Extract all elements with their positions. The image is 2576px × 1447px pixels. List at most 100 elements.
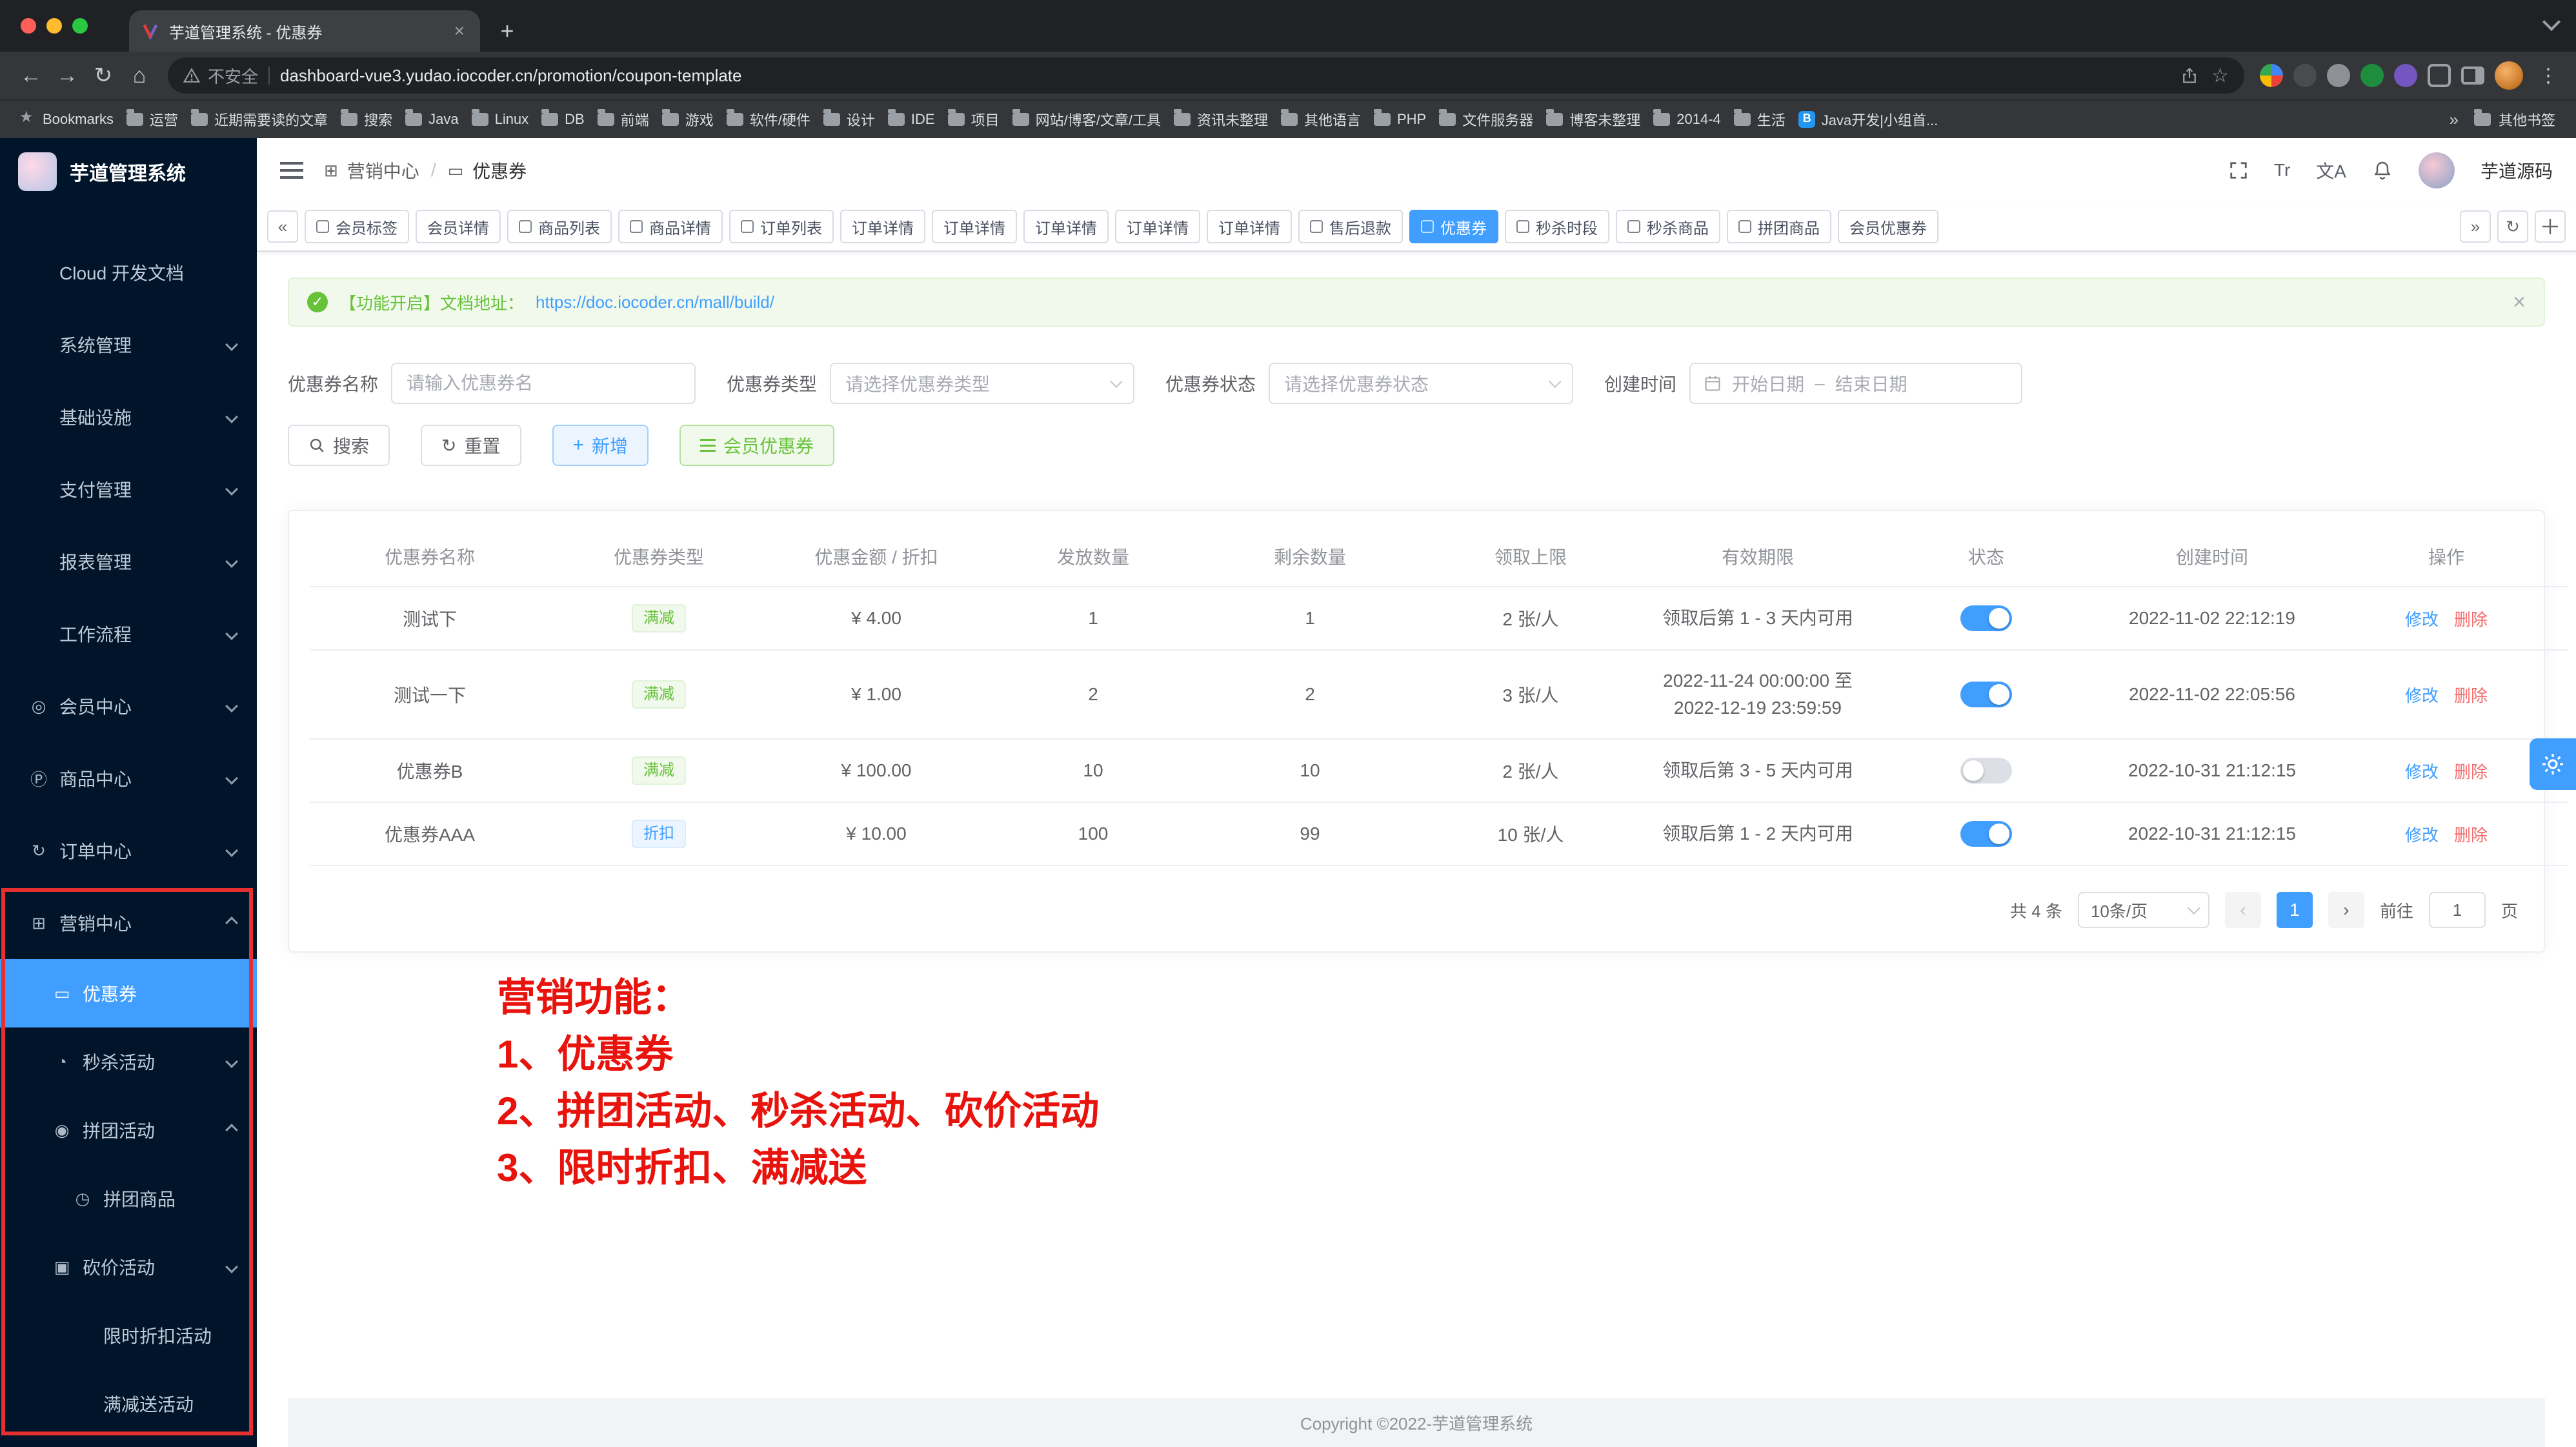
collapse-sidebar-icon[interactable] — [280, 162, 303, 179]
add-button[interactable]: 新增 — [552, 425, 649, 466]
status-toggle[interactable] — [1960, 821, 2012, 847]
extensions-puzzle-icon[interactable] — [2428, 64, 2451, 87]
bookmark-item[interactable]: 搜索 — [334, 106, 399, 132]
reload-icon[interactable]: ↻ — [85, 57, 121, 94]
goto-page-input[interactable] — [2429, 892, 2486, 928]
bookmark-item[interactable]: Bookmarks — [13, 108, 120, 130]
tab-search-chevron-icon[interactable] — [2542, 13, 2561, 31]
close-window-button[interactable] — [21, 18, 36, 34]
bookmark-item[interactable]: Linux — [465, 108, 536, 130]
tag-tab[interactable]: 订单详情 — [1023, 210, 1109, 243]
security-status[interactable]: 不安全 — [183, 64, 258, 88]
tag-tab[interactable]: 订单详情 — [840, 210, 925, 243]
sidebar-item[interactable]: 满减送活动 — [0, 1370, 257, 1438]
sidebar-item[interactable]: ◉ 拼团活动 — [0, 1096, 257, 1164]
tag-tab[interactable]: 商品列表 — [507, 210, 612, 243]
bookmark-item[interactable]: 项目 — [941, 106, 1006, 132]
bookmark-item[interactable]: Java — [399, 108, 465, 130]
home-icon[interactable]: ⌂ — [121, 57, 157, 94]
forward-icon[interactable]: → — [49, 57, 85, 94]
sidebar-item[interactable]: 限时折扣活动 — [0, 1301, 257, 1370]
tags-options-icon[interactable] — [2535, 210, 2566, 243]
bell-icon[interactable] — [2372, 160, 2393, 181]
scroll-right-icon[interactable]: » — [2460, 210, 2491, 243]
bookmark-item[interactable]: 2014-4 — [1647, 108, 1727, 130]
bookmark-item[interactable]: DB — [535, 108, 591, 130]
sidebar-item[interactable]: ⊞ 营销中心 — [0, 887, 257, 959]
sidebar-item[interactable]: 基础设施 — [0, 381, 257, 453]
tag-tab[interactable]: 会员详情 — [416, 210, 501, 243]
tag-tab[interactable]: 订单详情 — [932, 210, 1017, 243]
tag-tab[interactable]: 订单详情 — [1115, 210, 1200, 243]
browser-tab[interactable]: 芋道管理系统 - 优惠券 × — [129, 10, 480, 52]
minimize-window-button[interactable] — [46, 18, 62, 34]
bookmark-item[interactable]: 运营 — [120, 106, 185, 132]
tag-tab[interactable]: 售后退款 — [1298, 210, 1403, 243]
status-toggle[interactable] — [1960, 758, 2012, 784]
modify-link[interactable]: 修改 — [2405, 610, 2439, 629]
bookmark-item[interactable]: 设计 — [817, 106, 881, 132]
coupon-name-input[interactable] — [391, 363, 696, 404]
font-size-icon[interactable]: Tr — [2274, 160, 2290, 181]
banner-close-icon[interactable] — [2513, 290, 2526, 315]
sidebar-item[interactable]: Cloud 开发文档 — [0, 236, 257, 309]
sidebar-item[interactable]: ◷ 拼团商品 — [0, 1164, 257, 1233]
user-avatar[interactable] — [2419, 152, 2455, 188]
tag-tab[interactable]: 拼团商品 — [1727, 210, 1831, 243]
tag-tab[interactable]: 优惠券 — [1409, 210, 1498, 243]
search-button[interactable]: 搜索 — [288, 425, 390, 466]
bookmark-item[interactable]: 前端 — [591, 106, 656, 132]
sidebar-item[interactable]: ◔ 秒杀活动 — [0, 1027, 257, 1096]
delete-link[interactable]: 删除 — [2454, 686, 2488, 705]
sidebar-item[interactable]: 支付管理 — [0, 453, 257, 525]
breadcrumb-section[interactable]: 营销中心 — [347, 157, 419, 183]
bookmark-item[interactable]: 文件服务器 — [1433, 106, 1540, 132]
tab-close-icon[interactable]: × — [452, 21, 467, 41]
sidebar-item[interactable]: ↻ 订单中心 — [0, 815, 257, 887]
delete-link[interactable]: 删除 — [2454, 762, 2488, 782]
back-icon[interactable]: ← — [13, 57, 49, 94]
extension-icon[interactable] — [2327, 64, 2350, 87]
browser-menu-icon[interactable]: ⋮ — [2533, 65, 2563, 87]
bookmark-star-icon[interactable]: ☆ — [2211, 65, 2229, 87]
modify-link[interactable]: 修改 — [2405, 762, 2439, 782]
bookmarks-overflow-icon[interactable]: » — [2442, 110, 2466, 130]
zoom-window-button[interactable] — [72, 18, 88, 34]
status-toggle[interactable] — [1960, 682, 2012, 707]
bookmark-item[interactable]: PHP — [1367, 108, 1433, 130]
app-logo[interactable]: 芋道管理系统 — [0, 138, 257, 205]
extension-icon[interactable] — [2360, 64, 2384, 87]
sidebar-item[interactable]: ▭ 优惠券 — [0, 959, 257, 1027]
other-bookmarks[interactable]: 其他书签 — [2466, 106, 2563, 132]
tag-tab[interactable]: 会员标签 — [305, 210, 409, 243]
username[interactable]: 芋道源码 — [2480, 157, 2553, 183]
bookmark-item[interactable]: Java开发|小组首... — [1792, 106, 1945, 132]
profile-avatar[interactable] — [2495, 61, 2523, 90]
bookmark-item[interactable]: 生活 — [1727, 106, 1792, 132]
tag-tab[interactable]: 订单详情 — [1207, 210, 1292, 243]
bookmark-item[interactable]: 游戏 — [656, 106, 720, 132]
tag-tab[interactable]: 秒杀时段 — [1505, 210, 1609, 243]
bookmark-item[interactable]: 网站/博客/文章/工具 — [1006, 106, 1167, 132]
address-bar[interactable]: 不安全 dashboard-vue3.yudao.iocoder.cn/prom… — [168, 57, 2244, 94]
side-panel-icon[interactable] — [2461, 66, 2484, 85]
scroll-left-icon[interactable]: « — [267, 210, 298, 243]
bookmark-item[interactable]: 资讯未整理 — [1167, 106, 1274, 132]
bookmark-item[interactable]: 其他语言 — [1274, 106, 1367, 132]
settings-gear-button[interactable] — [2530, 738, 2576, 790]
sidebar-item[interactable]: ◎ 会员中心 — [0, 670, 257, 742]
status-toggle[interactable] — [1960, 605, 2012, 631]
sidebar-item[interactable]: Ⓟ 商品中心 — [0, 742, 257, 815]
prev-page-button[interactable]: ‹ — [2225, 892, 2261, 928]
sidebar-item[interactable]: 工作流程 — [0, 598, 257, 670]
extension-icon[interactable] — [2394, 64, 2417, 87]
modify-link[interactable]: 修改 — [2405, 686, 2439, 705]
tag-tab[interactable]: 秒杀商品 — [1616, 210, 1720, 243]
share-icon[interactable] — [2180, 66, 2199, 85]
tag-tab[interactable]: 订单列表 — [729, 210, 834, 243]
extension-icon[interactable] — [2260, 64, 2283, 87]
delete-link[interactable]: 删除 — [2454, 610, 2488, 629]
extension-icon[interactable] — [2293, 64, 2317, 87]
modify-link[interactable]: 修改 — [2405, 825, 2439, 845]
sidebar-item[interactable]: 报表管理 — [0, 525, 257, 598]
